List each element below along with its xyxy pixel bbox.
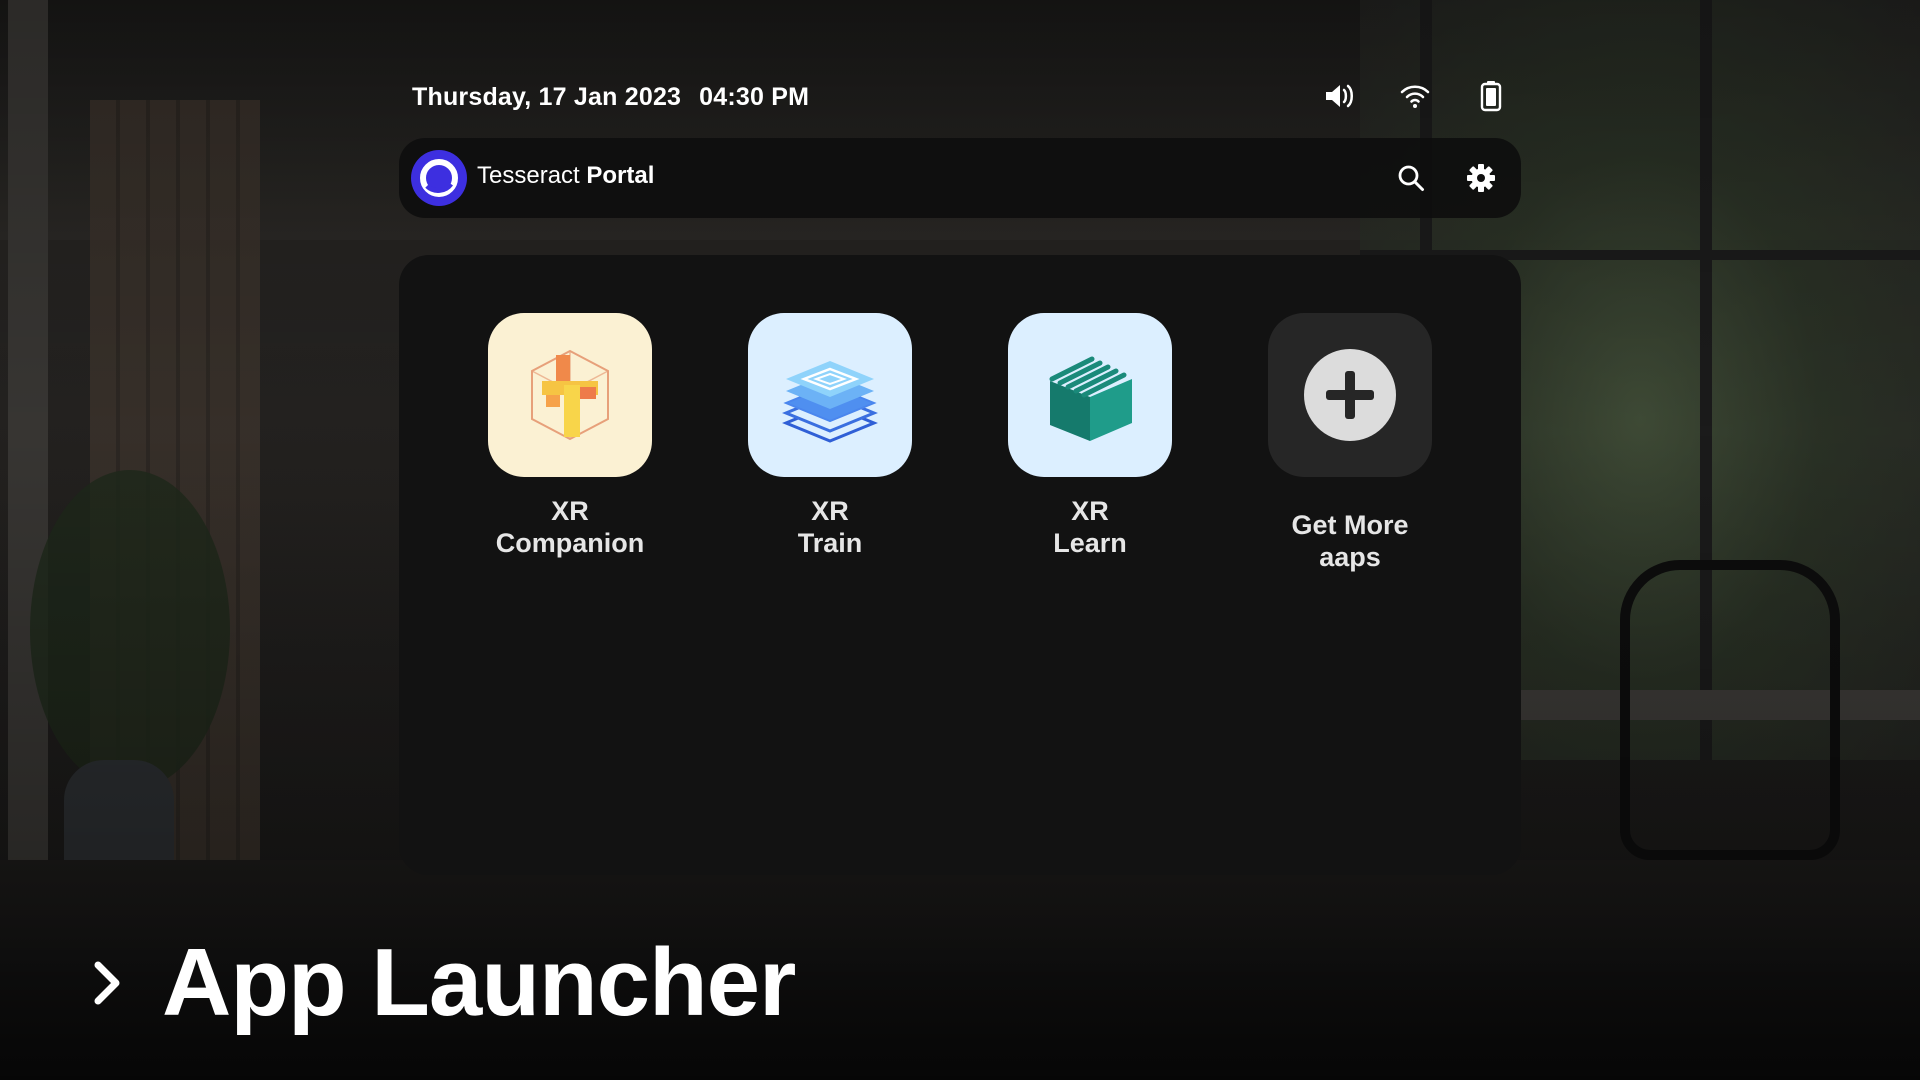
app-tile[interactable] [488,313,652,477]
tesseract-logo-icon[interactable] [411,150,467,206]
app-name: Get More aaps [1265,509,1435,573]
status-date: Thursday, 17 Jan 2023 [412,83,682,111]
app-name: XR Train [745,495,915,559]
screen-caption: App Launcher [90,928,796,1038]
app-name-line: Get More [1291,510,1409,540]
app-name: XR Companion [485,495,655,559]
battery-icon[interactable] [1475,80,1507,112]
app-name-line: Learn [1053,528,1127,558]
app-launcher-panel: XR Companion XR Train XR Learn Get More … [399,255,1521,875]
plus-icon [1304,349,1396,441]
wifi-icon[interactable] [1399,80,1431,112]
portal-header: Tesseract Portal [399,138,1521,218]
app-xr-learn[interactable]: XR Learn [1005,313,1175,559]
caption-label: App Launcher [162,929,796,1036]
app-name-line: XR [551,496,589,526]
app-xr-companion[interactable]: XR Companion [485,313,655,559]
app-name-line: aaps [1319,542,1381,572]
header-actions [1393,160,1499,196]
gear-icon[interactable] [1463,160,1499,196]
status-bar: Thursday, 17 Jan 2023 04:30 PM [412,80,1507,116]
app-tile[interactable] [748,313,912,477]
system-indicators [1323,80,1507,112]
search-icon[interactable] [1393,160,1429,196]
app-xr-train[interactable]: XR Train [745,313,915,559]
app-get-more-apps[interactable]: Get More aaps [1265,313,1435,573]
portal-title-regular: Tesseract [477,162,580,189]
app-name-line: Companion [495,528,645,558]
xr-learn-icon [1049,356,1132,441]
portal-title-bold: Portal [586,162,655,189]
app-name-line: Train [797,528,863,558]
app-name-line: XR [811,496,849,526]
app-tile[interactable] [1008,313,1172,477]
status-datetime: Thursday, 17 Jan 2023 04:30 PM [412,83,809,112]
app-name: XR Learn [1005,495,1175,559]
chevron-right-icon [90,959,130,1007]
status-time: 04:30 PM [699,83,810,111]
app-name-line: XR [1071,496,1109,526]
portal-title: Tesseract Portal [477,162,654,190]
app-tile[interactable] [1268,313,1432,477]
xr-companion-icon [531,349,609,441]
speaker-icon[interactable] [1323,80,1355,112]
xr-train-icon [782,361,878,443]
